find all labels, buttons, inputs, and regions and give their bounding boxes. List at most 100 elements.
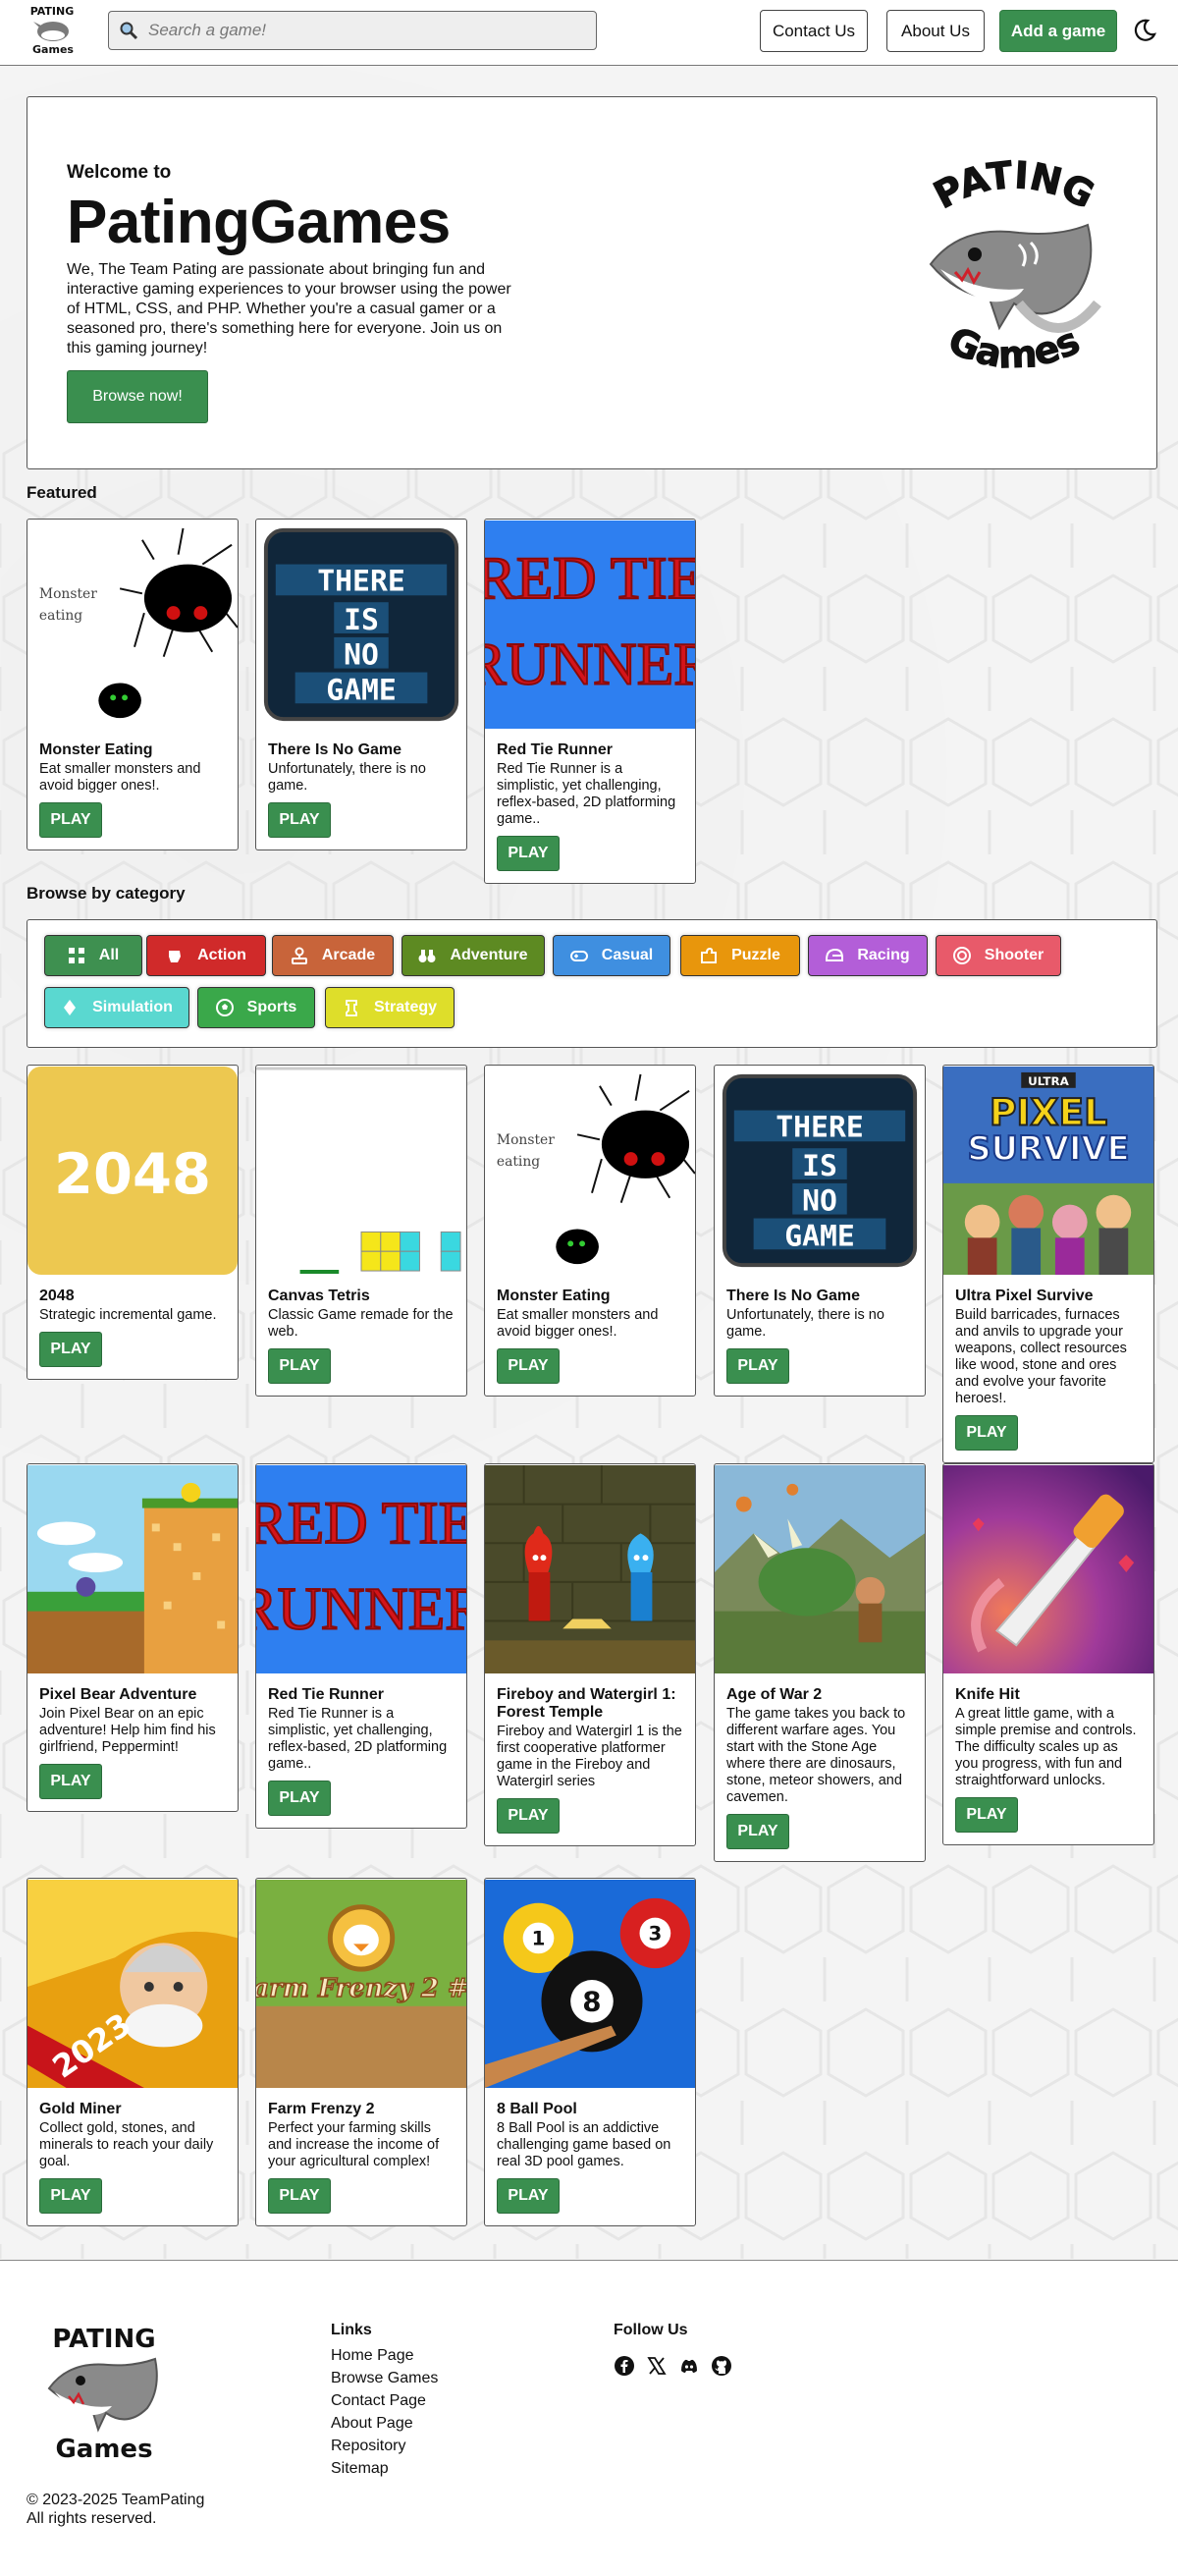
fist-icon	[169, 951, 182, 962]
contact-us-button[interactable]: Contact Us	[760, 10, 868, 52]
search-bar[interactable]	[108, 11, 597, 50]
category-action[interactable]: Action	[146, 935, 266, 976]
play-button[interactable]: PLAY	[39, 2178, 102, 2214]
footer-link-browse[interactable]: Browse Games	[331, 2367, 438, 2389]
svg-text:NO: NO	[802, 1184, 837, 1219]
game-description: Eat smaller monsters and avoid bigger on…	[497, 1307, 659, 1340]
play-button[interactable]: PLAY	[726, 1348, 789, 1384]
there-is-no-game-thumbnail: THERE IS NO GAME	[715, 1066, 925, 1276]
game-title: Pixel Bear Adventure	[39, 1686, 197, 1703]
category-adventure[interactable]: Adventure	[402, 935, 545, 976]
game-card-age-of-war-2[interactable]: Age of War 2 The game takes you back to …	[714, 1463, 926, 1862]
x-icon[interactable]	[646, 2355, 668, 2377]
add-game-button[interactable]: Add a game	[999, 10, 1117, 52]
featured-card-monster-eating[interactable]: Monster eating Monster Eating Eat smalle…	[27, 519, 239, 850]
game-title: Monster Eating	[39, 741, 153, 758]
soccer-ball-icon	[215, 999, 234, 1016]
game-card-there-is-no-game[interactable]: THERE IS NO GAME There Is No Game Unfort…	[714, 1065, 926, 1397]
ultra-pixel-survive-thumbnail: ULTRA PIXEL SURVIVE	[943, 1066, 1153, 1276]
play-button[interactable]: PLAY	[497, 836, 560, 871]
category-label: Casual	[601, 947, 654, 963]
game-card-monster-eating[interactable]: Monster eating Monster Eating Eat smalle…	[484, 1065, 696, 1397]
play-button[interactable]: PLAY	[497, 1798, 560, 1834]
game-description: 8 Ball Pool is an addictive challenging …	[497, 2120, 671, 2169]
monster-eating-thumbnail: Monster eating	[485, 1066, 695, 1276]
game-card-pixel-bear-adventure[interactable]: Pixel Bear Adventure Join Pixel Bear on …	[27, 1463, 239, 1812]
category-simulation[interactable]: Simulation	[44, 987, 189, 1028]
discord-icon[interactable]	[678, 2355, 700, 2377]
game-title: Monster Eating	[497, 1288, 611, 1304]
footer-link-about[interactable]: About Page	[331, 2412, 438, 2435]
footer-link-home[interactable]: Home Page	[331, 2344, 438, 2367]
footer-link-repository[interactable]: Repository	[331, 2435, 438, 2457]
game-description: Join Pixel Bear on an epic adventure! He…	[39, 1706, 216, 1755]
game-card-gold-miner[interactable]: 2023 Gold Miner Collect gold, stones, an…	[27, 1878, 239, 2226]
play-button[interactable]: PLAY	[726, 1814, 789, 1849]
category-label: Shooter	[984, 947, 1044, 963]
featured-card-red-tie-runner[interactable]: RED TIE RUNNER Red Tie Runner Red Tie Ru…	[484, 519, 696, 884]
game-card-8-ball-pool[interactable]: 1 3 8 8 Ball Pool 8 Ball Pool is an addi…	[484, 1878, 696, 2226]
game-title: Red Tie Runner	[268, 1686, 384, 1703]
category-all[interactable]: All	[44, 935, 142, 976]
play-button[interactable]: PLAY	[39, 1332, 102, 1367]
svg-text:PATING: PATING	[927, 156, 1100, 217]
play-button[interactable]: PLAY	[268, 802, 331, 838]
category-arcade[interactable]: Arcade	[272, 935, 394, 976]
category-puzzle[interactable]: Puzzle	[680, 935, 800, 976]
game-card-canvas-tetris[interactable]: Canvas Tetris Classic Game remade for th…	[255, 1065, 467, 1397]
svg-text:eating: eating	[39, 608, 82, 624]
play-button[interactable]: PLAY	[955, 1415, 1018, 1451]
game-description: A great little game, with a simple premi…	[955, 1706, 1137, 1788]
play-button[interactable]: PLAY	[268, 1781, 331, 1816]
red-tie-runner-thumbnail: RED TIE RUNNER	[485, 520, 695, 730]
gamepad-icon	[569, 951, 588, 961]
moon-icon[interactable]	[1132, 18, 1157, 43]
game-title: 8 Ball Pool	[497, 2101, 577, 2117]
facebook-icon[interactable]	[614, 2355, 635, 2377]
category-sports[interactable]: Sports	[197, 987, 315, 1028]
category-racing[interactable]: Racing	[808, 935, 928, 976]
category-label: Simulation	[92, 999, 173, 1015]
featured-card-there-is-no-game[interactable]: THERE IS NO GAME There Is No Game Unfort…	[255, 519, 467, 850]
browse-now-button[interactable]: Browse now!	[67, 370, 208, 423]
diamond-icon	[64, 1000, 77, 1015]
fireboy-watergirl-thumbnail	[485, 1464, 695, 1674]
about-us-button[interactable]: About Us	[886, 10, 985, 52]
footer-logo[interactable]: PATING Games	[39, 2320, 169, 2467]
site-logo[interactable]: PATING Games	[27, 2, 77, 57]
search-input[interactable]	[146, 20, 582, 41]
play-button[interactable]: PLAY	[955, 1797, 1018, 1833]
category-label: Racing	[857, 947, 910, 963]
category-label: Action	[197, 947, 246, 963]
play-button[interactable]: PLAY	[268, 2178, 331, 2214]
play-button[interactable]: PLAY	[497, 1348, 560, 1384]
follow-heading: Follow Us	[614, 2322, 688, 2338]
play-button[interactable]: PLAY	[497, 2178, 560, 2214]
category-label: Puzzle	[731, 947, 780, 963]
svg-text:eating: eating	[497, 1154, 540, 1170]
play-button[interactable]: PLAY	[39, 802, 102, 838]
game-title: Red Tie Runner	[497, 741, 613, 758]
game-card-2048[interactable]: 2048 2048 Strategic incremental game. PL…	[27, 1065, 239, 1380]
category-casual[interactable]: Casual	[553, 935, 670, 976]
category-shooter[interactable]: Shooter	[936, 935, 1061, 976]
category-strategy[interactable]: Strategy	[325, 987, 455, 1028]
gold-miner-thumbnail: 2023	[27, 1879, 238, 2089]
game-card-knife-hit[interactable]: Knife Hit A great little game, with a si…	[942, 1463, 1154, 1845]
svg-text:IS: IS	[344, 603, 379, 637]
footer-link-contact[interactable]: Contact Page	[331, 2389, 438, 2412]
game-card-fireboy-watergirl[interactable]: Fireboy and Watergirl 1: Forest Temple F…	[484, 1463, 696, 1846]
game-title: Age of War 2	[726, 1686, 823, 1703]
svg-text:Monster: Monster	[497, 1132, 555, 1148]
play-button[interactable]: PLAY	[39, 1764, 102, 1799]
svg-text:RUNNER: RUNNER	[485, 630, 695, 697]
github-icon[interactable]	[711, 2355, 732, 2377]
play-button[interactable]: PLAY	[268, 1348, 331, 1384]
game-card-ultra-pixel-survive[interactable]: ULTRA PIXEL SURVIVE Ultra Pixel Survive …	[942, 1065, 1154, 1463]
game-card-red-tie-runner[interactable]: RED TIE RUNNER Red Tie Runner Red Tie Ru…	[255, 1463, 467, 1829]
game-description: Eat smaller monsters and avoid bigger on…	[39, 761, 201, 794]
farm-frenzy-2-thumbnail: Farm Frenzy 2 #1	[256, 1879, 466, 2089]
footer-link-sitemap[interactable]: Sitemap	[331, 2457, 438, 2480]
game-card-farm-frenzy-2[interactable]: Farm Frenzy 2 #1 Farm Frenzy 2 Perfect y…	[255, 1878, 467, 2226]
game-description: Unfortunately, there is no game.	[268, 761, 426, 794]
